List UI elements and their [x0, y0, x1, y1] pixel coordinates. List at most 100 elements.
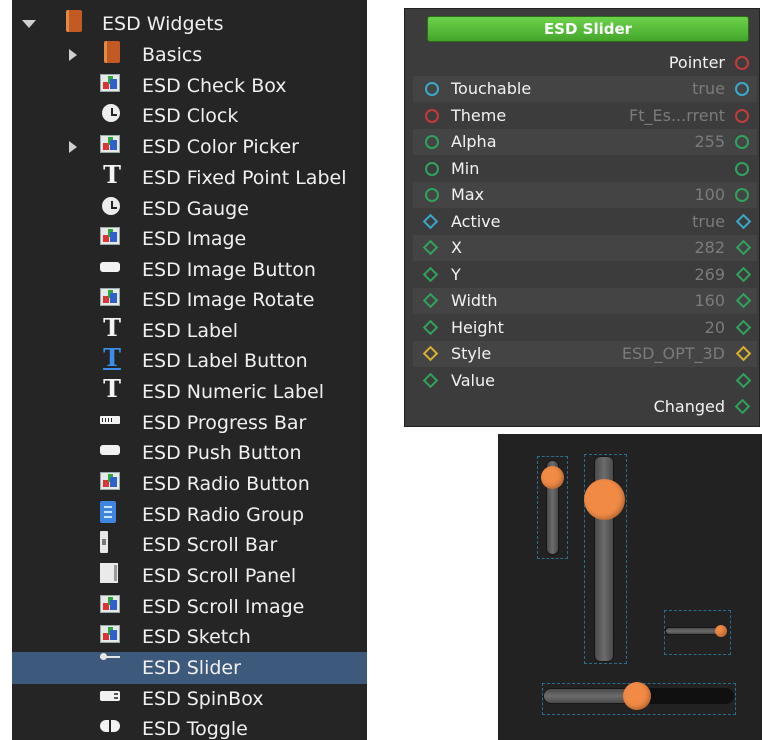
param-value[interactable]: Ft_Es...rrent [629, 103, 725, 129]
output-port-icon[interactable] [735, 266, 752, 283]
input-port-icon[interactable] [425, 188, 439, 202]
slider-knob[interactable] [541, 466, 564, 489]
tree-item-label: ESD Toggle [142, 718, 248, 740]
pointer-output-port-icon[interactable] [735, 56, 749, 70]
slider-knob[interactable] [623, 682, 651, 710]
param-row-y[interactable]: Y 269 [413, 262, 757, 288]
param-row-touchable[interactable]: Touchable true [413, 76, 757, 102]
horizontal-slider-large-track[interactable] [638, 688, 734, 704]
expand-arrow-icon[interactable] [69, 49, 77, 61]
tree-item-label: ESD Fixed Point Label [142, 167, 347, 189]
output-port-icon[interactable] [735, 292, 752, 309]
param-value[interactable]: 255 [694, 129, 725, 155]
input-port-icon[interactable] [422, 266, 439, 283]
param-row-x[interactable]: X 282 [413, 235, 757, 261]
output-port-icon[interactable] [735, 372, 752, 389]
param-name: Active [451, 212, 501, 231]
output-port-icon[interactable] [735, 109, 749, 123]
tree-item-esd-spinbox[interactable]: ESD SpinBox [12, 684, 367, 714]
output-port-icon[interactable] [735, 213, 752, 230]
input-port-icon[interactable] [425, 135, 439, 149]
param-row-style[interactable]: Style ESD_OPT_3D [413, 341, 757, 367]
input-port-icon[interactable] [422, 213, 439, 230]
gauge-icon [102, 197, 120, 215]
output-port-icon[interactable] [735, 319, 752, 336]
param-value[interactable]: true [692, 76, 725, 102]
param-row-active[interactable]: Active true [413, 209, 757, 235]
input-port-icon[interactable] [422, 372, 439, 389]
tree-item-esd-push-button[interactable]: ESD Push Button [12, 438, 367, 468]
param-value[interactable]: 282 [694, 235, 725, 261]
output-port-icon[interactable] [735, 239, 752, 256]
slider-knob[interactable] [715, 625, 727, 637]
tree-item-esd-check-box[interactable]: ESD Check Box [12, 71, 367, 101]
text-button-icon: T [103, 343, 121, 372]
param-row-alpha[interactable]: Alpha 255 [413, 129, 757, 155]
expand-arrow-icon[interactable] [69, 141, 77, 153]
param-value[interactable]: 269 [694, 262, 725, 288]
node-title[interactable]: ESD Slider [427, 16, 749, 42]
output-port-icon[interactable] [735, 162, 749, 176]
input-port-icon[interactable] [422, 292, 439, 309]
tree-item-esd-label[interactable]: T ESD Label [12, 314, 367, 346]
param-value[interactable]: 160 [694, 288, 725, 314]
param-value[interactable]: true [692, 209, 725, 235]
param-row-value[interactable]: Value [413, 368, 757, 394]
tree-item-label: ESD Progress Bar [142, 412, 307, 434]
param-value[interactable]: 100 [694, 182, 725, 208]
tree-item-label: ESD Scroll Panel [142, 565, 297, 587]
tree-item-basics[interactable]: Basics [12, 40, 367, 70]
changed-output-port-icon[interactable] [734, 398, 751, 415]
input-port-icon[interactable] [425, 109, 439, 123]
tree-item-esd-image-button[interactable]: ESD Image Button [12, 255, 367, 285]
tree-item-esd-numeric-label[interactable]: T ESD Numeric Label [12, 375, 367, 407]
radio-group-icon [100, 501, 116, 523]
output-port-icon[interactable] [735, 135, 749, 149]
tree-item-esd-label-button[interactable]: T ESD Label Button [12, 343, 367, 376]
tree-item-esd-image[interactable]: ESD Image [12, 224, 367, 254]
param-name: Height [451, 318, 504, 337]
tree-item-label: ESD Clock [142, 105, 239, 127]
slider-knob[interactable] [584, 479, 625, 520]
param-row-max[interactable]: Max 100 [413, 182, 757, 208]
output-port-icon[interactable] [735, 188, 749, 202]
input-port-icon[interactable] [425, 162, 439, 176]
input-port-icon[interactable] [422, 239, 439, 256]
input-port-icon[interactable] [425, 82, 439, 96]
tree-item-esd-color-picker[interactable]: ESD Color Picker [12, 132, 367, 162]
param-row-height[interactable]: Height 20 [413, 315, 757, 341]
tree-item-label: ESD Scroll Bar [142, 534, 278, 556]
tree-item-esd-gauge[interactable]: ESD Gauge [12, 194, 367, 224]
slider-icon [100, 653, 120, 660]
tree-item-label: ESD Widgets [102, 13, 224, 35]
param-name: Min [451, 159, 480, 178]
tree-item-esd-scroll-panel[interactable]: ESD Scroll Panel [12, 561, 367, 591]
tree-item-esd-widgets[interactable]: ESD Widgets [12, 9, 367, 39]
param-row-min[interactable]: Min [413, 156, 757, 182]
tree-item-esd-scroll-image[interactable]: ESD Scroll Image [12, 592, 367, 622]
tree-item-esd-toggle[interactable]: ESD Toggle [12, 714, 367, 740]
param-value[interactable]: 20 [705, 315, 725, 341]
tree-item-esd-fixed-point-label[interactable]: T ESD Fixed Point Label [12, 161, 367, 193]
tree-item-esd-radio-group[interactable]: ESD Radio Group [12, 500, 367, 530]
output-port-icon[interactable] [735, 82, 749, 96]
tree-item-esd-scroll-bar[interactable]: ESD Scroll Bar [12, 530, 367, 560]
tree-item-label: ESD SpinBox [142, 688, 264, 710]
param-value[interactable]: ESD_OPT_3D [622, 341, 725, 367]
input-port-icon[interactable] [422, 319, 439, 336]
collapse-arrow-icon[interactable] [22, 20, 36, 28]
progress-bar-icon [100, 416, 120, 424]
tree-item-label: ESD Label [142, 320, 238, 342]
input-port-icon[interactable] [422, 345, 439, 362]
tree-item-esd-image-rotate[interactable]: ESD Image Rotate [12, 285, 367, 315]
tree-item-esd-radio-button[interactable]: ESD Radio Button [12, 469, 367, 499]
esd-slider-node[interactable]: ESD Slider Pointer Touchable true Theme Ft_… [404, 8, 760, 427]
tree-item-esd-slider[interactable]: ESD Slider [12, 652, 367, 684]
book-icon [66, 10, 82, 32]
output-port-icon[interactable] [735, 345, 752, 362]
param-row-width[interactable]: Width 160 [413, 288, 757, 314]
tree-item-esd-sketch[interactable]: ESD Sketch [12, 622, 367, 652]
tree-item-esd-progress-bar[interactable]: ESD Progress Bar [12, 408, 367, 438]
tree-item-esd-clock[interactable]: ESD Clock [12, 101, 367, 131]
param-row-theme[interactable]: Theme Ft_Es...rrent [413, 103, 757, 129]
